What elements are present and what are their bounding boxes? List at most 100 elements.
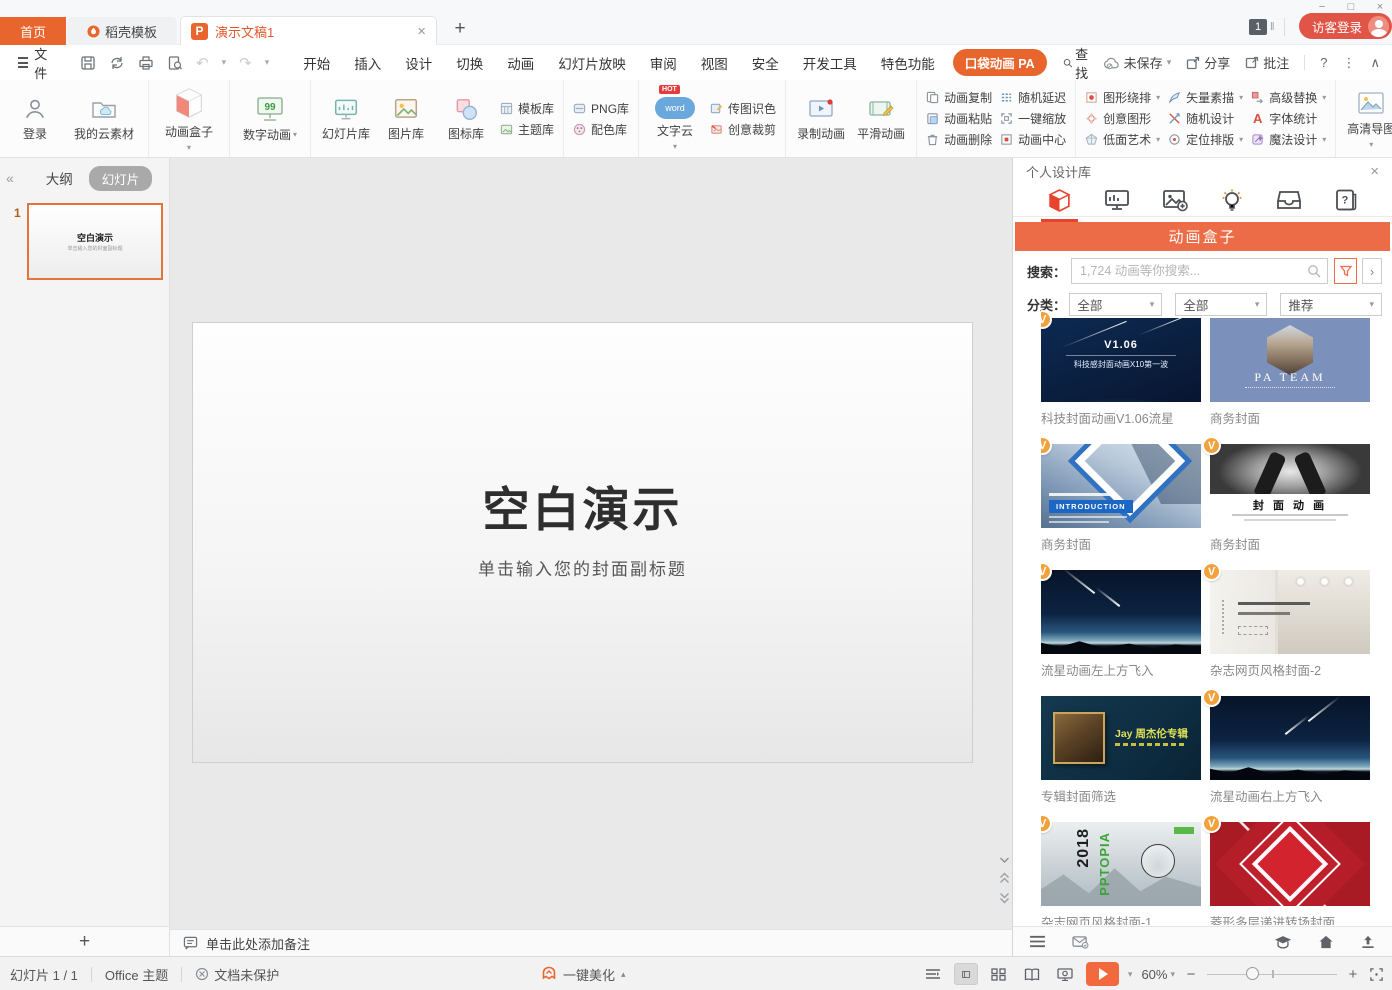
zoom-slider-handle[interactable]	[1246, 967, 1259, 980]
png-library-button[interactable]: PNG库	[573, 99, 629, 117]
previous-slide-icon[interactable]	[999, 872, 1010, 884]
maximize-button[interactable]: □	[1345, 1, 1357, 13]
slide-thumbnail[interactable]: 空白演示 单击输入您的封面副标题	[27, 203, 163, 280]
save-status-button[interactable]: 未保存 ▾	[1103, 53, 1172, 72]
login-button[interactable]: 登录	[9, 94, 61, 144]
magic-design-button[interactable]: 魔法设计▾	[1251, 131, 1326, 149]
anim-thumbnail[interactable]: Jay 周杰伦专辑	[1041, 696, 1201, 780]
anim-thumbnail[interactable]: V1.06 科技感封面动画X10第一波	[1041, 318, 1201, 402]
export-icon[interactable]	[109, 55, 125, 71]
tab-my-storage[interactable]	[1272, 184, 1306, 216]
scroll-down-icon[interactable]	[999, 856, 1010, 864]
search-icon[interactable]	[1307, 264, 1321, 278]
share-button[interactable]: 分享	[1186, 53, 1230, 72]
save-icon[interactable]	[80, 55, 96, 71]
menu-tab-pocket-animation[interactable]: 口袋动画 PA	[953, 49, 1047, 76]
add-slide-button[interactable]: +	[79, 931, 90, 953]
panel-close-icon[interactable]: ×	[1370, 163, 1379, 180]
anim-item[interactable]: V Jay 周杰伦专辑 专辑封面筛选	[1041, 696, 1201, 800]
help-icon[interactable]: ?	[1320, 55, 1327, 70]
creative-crop-button[interactable]: 创意裁剪	[710, 120, 776, 138]
one-key-scale-button[interactable]: 一键缩放	[1000, 110, 1066, 128]
minimize-button[interactable]: −	[1316, 1, 1328, 13]
vector-sketch-button[interactable]: 矢量素描▾	[1168, 89, 1243, 107]
anim-thumbnail[interactable]: 封 面 动 画	[1210, 444, 1370, 528]
comment-button[interactable]: 批注	[1245, 53, 1289, 72]
my-cloud-assets-button[interactable]: 我的云素材	[69, 94, 139, 144]
shape-wrap-button[interactable]: 图形绕排▾	[1085, 89, 1160, 107]
guest-login-button[interactable]: 访客登录	[1299, 13, 1392, 39]
slide-library-button[interactable]: 幻灯片库	[320, 94, 372, 144]
anim-item[interactable]: V 流星动画右上方飞入	[1210, 696, 1370, 800]
filter-button[interactable]	[1334, 258, 1357, 284]
anim-delete-button[interactable]: 动画删除	[926, 131, 992, 149]
menu-icon[interactable]	[1029, 935, 1046, 948]
one-key-beautify-button[interactable]: 一键美化 ▴	[541, 957, 626, 990]
advanced-replace-button[interactable]: 高级替换▾	[1251, 89, 1326, 107]
search-expand-button[interactable]: ›	[1362, 258, 1382, 284]
file-menu-button[interactable]: 文件	[10, 44, 60, 82]
anim-box-banner[interactable]: 动画盒子	[1015, 222, 1390, 251]
font-stats-button[interactable]: A 字体统计	[1251, 110, 1326, 128]
low-poly-button[interactable]: 低面艺术▾	[1085, 131, 1160, 149]
anim-paste-button[interactable]: 动画粘贴	[926, 110, 992, 128]
anim-item[interactable]: V 封 面 动 画 商务封面	[1210, 444, 1370, 548]
random-delay-button[interactable]: 随机延迟	[1000, 89, 1066, 107]
tutorial-icon[interactable]	[1274, 935, 1292, 949]
zoom-in-button[interactable]: +	[1346, 966, 1360, 983]
redo-icon[interactable]: ↷	[239, 54, 252, 72]
zoom-out-button[interactable]: −	[1184, 966, 1198, 983]
collapse-panel-icon[interactable]: «	[0, 170, 20, 186]
anim-item[interactable]: V 菱形多层递进转场封面	[1210, 822, 1370, 925]
anim-copy-button[interactable]: 动画复制	[926, 89, 992, 107]
menu-tab-insert[interactable]: 插入	[342, 47, 393, 79]
tab-outline[interactable]: 大纲	[46, 168, 73, 188]
slideshow-view-button[interactable]	[1053, 963, 1077, 985]
anim-item[interactable]: V PA TEAM 商务封面	[1210, 318, 1370, 422]
menu-tab-design[interactable]: 设计	[393, 47, 444, 79]
tab-slide-templates[interactable]	[1100, 184, 1134, 216]
search-input[interactable]	[1072, 259, 1327, 283]
menu-tab-features[interactable]: 特色功能	[869, 47, 947, 79]
new-tab-button[interactable]: +	[449, 18, 471, 42]
palette-library-button[interactable]: 配色库	[573, 120, 629, 138]
template-library-button[interactable]: 模板库	[500, 99, 554, 117]
publish-icon[interactable]	[1360, 935, 1376, 949]
anim-item[interactable]: V 流星动画左上方飞入	[1041, 570, 1201, 674]
collapse-ribbon-icon[interactable]: ∧	[1370, 55, 1380, 71]
tab-creative-ideas[interactable]	[1216, 184, 1248, 217]
fit-to-window-icon[interactable]	[1369, 967, 1384, 982]
tab-close-icon[interactable]: ×	[417, 23, 426, 40]
anim-thumbnail[interactable]	[1210, 822, 1370, 906]
anim-thumbnail[interactable]: PA TEAM	[1210, 318, 1370, 402]
document-count-indicator[interactable]: 1 ‖	[1249, 19, 1276, 35]
tab-home[interactable]: 首页	[0, 17, 66, 45]
play-options-caret[interactable]: ▾	[1128, 969, 1133, 980]
anim-thumbnail[interactable]	[1210, 570, 1370, 654]
anim-item[interactable]: V 2018 PPTOPIA 杂志网页风格封面-1	[1041, 822, 1201, 925]
tab-image-assets[interactable]	[1158, 184, 1192, 216]
print-preview-icon[interactable]	[167, 55, 183, 71]
slide-title-text[interactable]: 空白演示	[193, 471, 972, 540]
protection-status[interactable]: 文档未保护	[195, 965, 279, 984]
notes-bar[interactable]: 单击此处添加备注	[170, 929, 1012, 956]
home-icon[interactable]	[1318, 935, 1334, 949]
position-layout-button[interactable]: 定位排版▾	[1168, 131, 1243, 149]
normal-view-button[interactable]	[954, 963, 978, 985]
undo-icon[interactable]: ↶	[196, 54, 209, 72]
word-cloud-button[interactable]: HOT word 文字云 ▾	[648, 85, 702, 153]
anim-thumbnail[interactable]: 2018 PPTOPIA	[1041, 822, 1201, 906]
image-library-button[interactable]: 图片库	[380, 94, 432, 144]
anim-thumbnail[interactable]	[1210, 696, 1370, 780]
menu-tab-animation[interactable]: 动画	[495, 47, 546, 79]
slide-canvas[interactable]: 空白演示 单击输入您的封面副标题	[192, 322, 973, 763]
reading-view-button[interactable]	[1020, 963, 1044, 985]
theme-library-button[interactable]: 主题库	[500, 120, 554, 138]
record-anim-button[interactable]: 录制动画	[795, 94, 847, 144]
tab-help[interactable]: ?	[1330, 184, 1362, 216]
anim-thumbnail[interactable]: INTRODUCTION	[1041, 444, 1201, 528]
random-design-button[interactable]: 随机设计	[1168, 110, 1243, 128]
menu-tab-slideshow[interactable]: 幻灯片放映	[546, 47, 638, 79]
smooth-anim-button[interactable]: 平滑动画	[855, 94, 907, 144]
anim-center-button[interactable]: 动画中心	[1000, 131, 1066, 149]
